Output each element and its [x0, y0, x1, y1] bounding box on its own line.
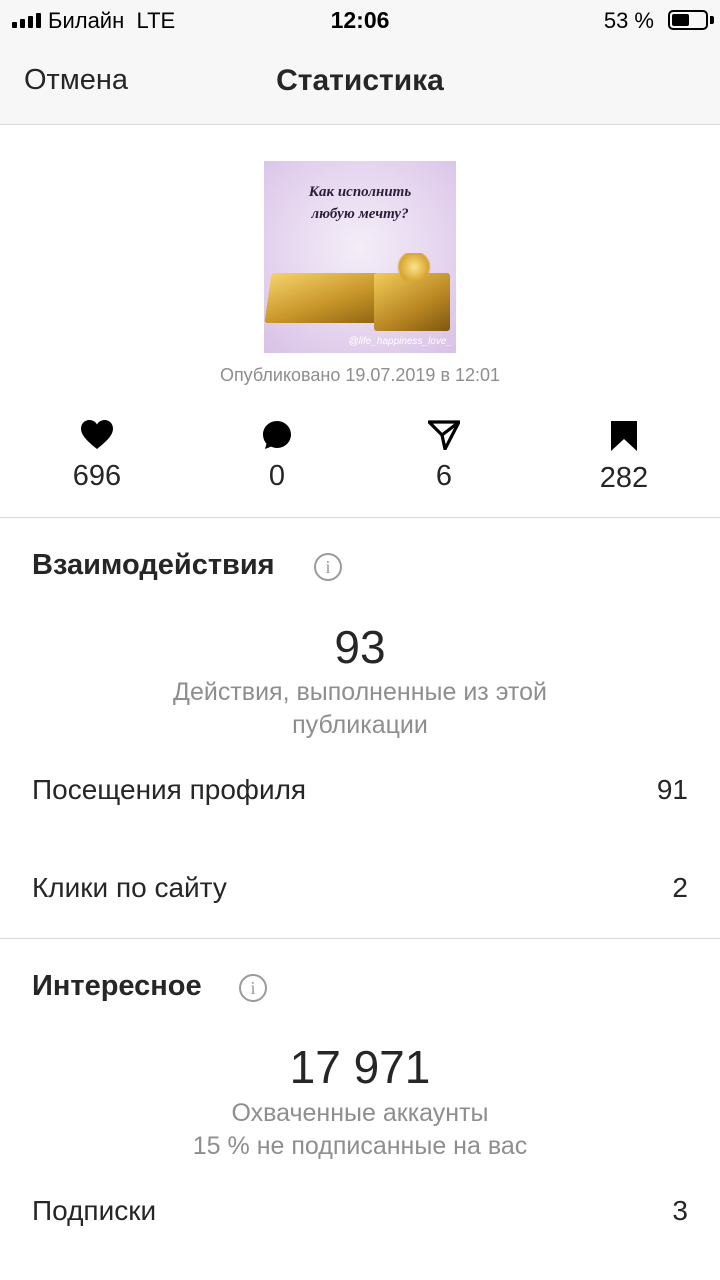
profile-visits-label: Посещения профиля	[32, 774, 307, 805]
interactions-desc-line2: публикации	[292, 711, 428, 739]
interactions-description: Действия, выполненные из этой публикации	[140, 676, 580, 742]
interactions-title: Взаимодействия	[32, 549, 275, 581]
website-clicks-value: 2	[672, 872, 688, 903]
interactions-total: 93	[334, 621, 386, 673]
published-date: Опубликовано 19.07.2019 в 12:01	[219, 365, 501, 385]
info-icon[interactable]: i	[314, 553, 342, 581]
battery-level	[672, 14, 689, 26]
website-clicks-label: Клики по сайту	[32, 872, 227, 903]
metric-saves: 282	[544, 420, 704, 495]
comments-count: 0	[268, 460, 286, 492]
follows-value: 3	[672, 1195, 688, 1226]
shares-count: 6	[435, 460, 453, 492]
discovery-description: Охваченные аккаунты 15 % не подписанные …	[140, 1097, 580, 1163]
navigation-bar: Отмена Статистика	[0, 40, 720, 125]
direct-share-icon	[428, 420, 460, 450]
profile-visits-value: 91	[656, 774, 688, 805]
reach-label: Охваченные аккаунты	[231, 1099, 489, 1127]
battery-icon	[668, 10, 708, 30]
discovery-total: 17 971	[289, 1041, 431, 1093]
comment-icon	[263, 421, 291, 449]
post-image-caption: Как исполнить любую мечту?	[264, 181, 456, 225]
gift-bow-image	[394, 253, 434, 281]
discovery-title: Интересное	[32, 970, 202, 1002]
metric-shares: 6	[364, 420, 524, 493]
info-icon[interactable]: i	[239, 974, 267, 1002]
follows-label: Подписки	[32, 1195, 157, 1226]
battery-nub	[710, 16, 714, 24]
post-caption-line2: любую мечту?	[311, 206, 409, 222]
page-title: Статистика	[276, 64, 444, 97]
status-bar: Билайн LTE 12:06 53 %	[0, 0, 720, 40]
divider	[0, 517, 720, 518]
gift-box-image	[374, 273, 450, 331]
post-thumbnail[interactable]: Как исполнить любую мечту? @life_happine…	[264, 161, 456, 353]
post-image-handle: @life_happiness_love_	[348, 336, 452, 347]
divider	[0, 938, 720, 939]
battery-percent: 53 %	[603, 8, 654, 33]
saves-count: 282	[599, 462, 649, 494]
gift-box-image	[264, 273, 390, 323]
interactions-desc-line1: Действия, выполненные из этой	[173, 678, 547, 706]
heart-icon	[81, 420, 113, 449]
metric-likes: 696	[17, 420, 177, 493]
non-followers-label: 15 % не подписанные на вас	[192, 1132, 528, 1160]
bookmark-icon	[611, 421, 637, 451]
metric-comments: 0	[197, 420, 357, 493]
post-caption-line1: Как исполнить	[308, 184, 412, 200]
likes-count: 696	[72, 460, 122, 492]
